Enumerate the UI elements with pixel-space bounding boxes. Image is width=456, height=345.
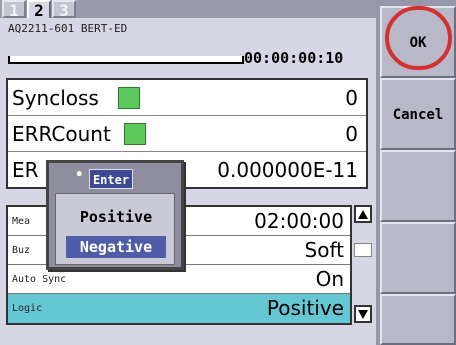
setting-value: Soft (304, 238, 344, 262)
errcount-indicator (124, 123, 146, 145)
enter-marker-icon: • (75, 167, 84, 183)
syncloss-label: Syncloss (12, 86, 99, 110)
error-rate-label: ER (12, 158, 39, 182)
softkey-4[interactable] (380, 222, 456, 294)
scroll-down-button[interactable] (354, 305, 372, 323)
tab-2[interactable]: 2 (27, 0, 51, 20)
tab-bar: 1 2 3 (0, 0, 385, 20)
enter-badge: Enter (89, 169, 133, 189)
status-row-errcount: ERRCount 0 (8, 116, 366, 152)
syncloss-value: 0 (345, 86, 358, 110)
tab-3[interactable]: 3 (52, 0, 76, 20)
option-negative[interactable]: Negative (66, 236, 166, 258)
cancel-button[interactable]: Cancel (380, 78, 456, 150)
cancel-label: Cancel (392, 107, 444, 123)
scroll-up-button[interactable] (354, 205, 372, 223)
setting-label: Buz (12, 245, 31, 256)
tab-1[interactable]: 1 (2, 0, 26, 20)
progress-bar (8, 56, 244, 64)
setting-label: Mea (12, 216, 31, 227)
setting-value: 02:00:00 (254, 209, 344, 233)
ok-highlight-annotation (385, 6, 452, 70)
setting-value: Positive (266, 296, 344, 320)
error-rate-value: 0.000000E-11 (217, 158, 358, 182)
softkey-3[interactable] (380, 150, 456, 222)
arrow-down-icon (358, 310, 368, 319)
errcount-value: 0 (345, 122, 358, 146)
status-row-syncloss: Syncloss 0 (8, 80, 366, 116)
scroll-thumb[interactable] (354, 243, 372, 257)
setting-label: Auto Sync (12, 274, 67, 285)
errcount-label: ERRCount (12, 122, 111, 146)
option-positive[interactable]: Positive (66, 206, 166, 228)
elapsed-time: 00:00:00:10 (244, 49, 344, 67)
setting-value: On (315, 267, 344, 291)
syncloss-indicator (118, 87, 140, 109)
popup-options: Positive Negative (55, 193, 175, 265)
setting-row-logic[interactable]: Logic Positive (8, 294, 350, 323)
logic-select-popup: • Enter Positive Negative (46, 160, 184, 270)
arrow-up-icon (358, 210, 368, 219)
settings-scrollbar[interactable] (354, 205, 372, 325)
setting-label: Logic (12, 303, 43, 314)
softkey-5[interactable] (380, 294, 456, 345)
device-title: AQ2211-601 BERT-ED (8, 22, 128, 35)
